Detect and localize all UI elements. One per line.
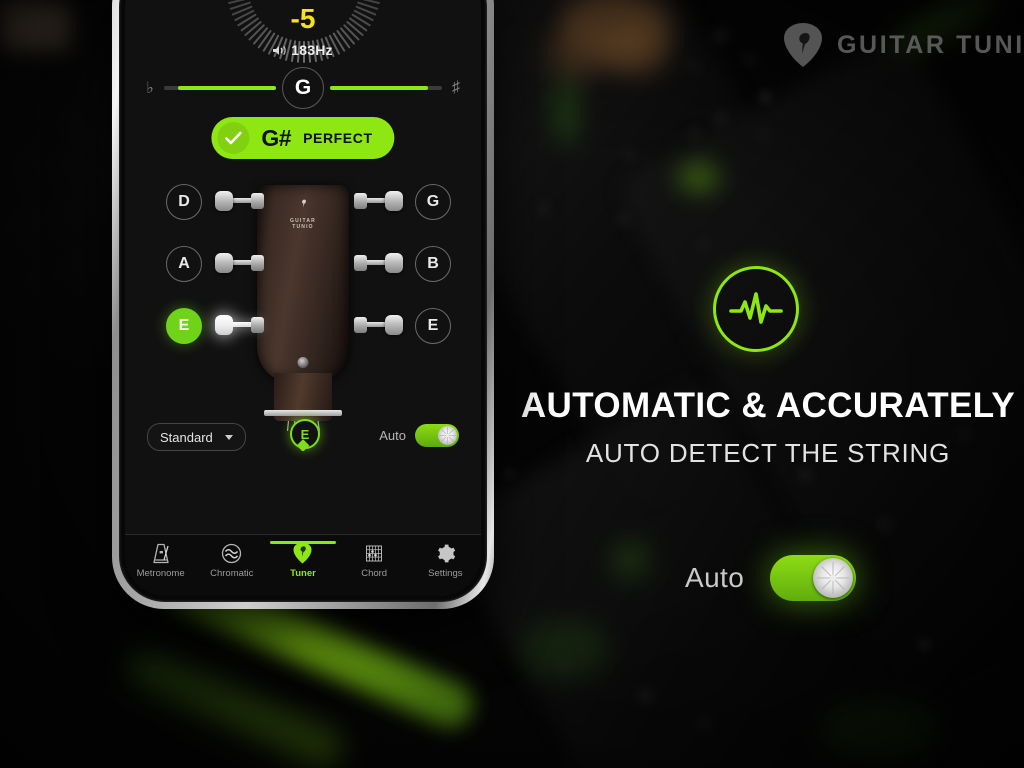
tuning-status-badge: G# PERFECT <box>211 117 395 159</box>
frequency-row: 183Hz <box>125 42 481 58</box>
pitch-slider[interactable]: ♭ G ♯ <box>125 67 481 109</box>
tuning-peg-right-2[interactable] <box>354 253 403 273</box>
brushed-metal-knob-icon <box>817 562 850 594</box>
string-button-d[interactable]: D <box>166 184 202 220</box>
sharp-symbol: ♯ <box>452 79 460 96</box>
tuning-select[interactable]: Standard <box>147 423 246 451</box>
promo-screenshot: GUITAR TUNIO AUTOMATIC & ACCURATELY AUTO… <box>0 0 1024 768</box>
tab-metronome[interactable]: Metronome <box>128 542 194 579</box>
check-icon <box>217 122 250 154</box>
cents-readout: -5 <box>290 3 316 34</box>
phone-bezel: -5 183Hz ♭ G ♯ G# PERFECT GUITAR TUNIO D… <box>119 0 487 602</box>
promo-headline: AUTOMATIC & ACCURATELY <box>520 386 1016 425</box>
guitar-pick-icon <box>784 23 822 67</box>
tab-label: Settings <box>428 568 463 579</box>
promo-auto-toggle[interactable] <box>770 555 857 601</box>
headstock-logo: GUITAR TUNIO <box>280 197 326 230</box>
string-button-g[interactable]: G <box>415 184 451 220</box>
string-button-b[interactable]: B <box>415 246 451 282</box>
tuning-peg-right-3[interactable] <box>354 315 403 335</box>
toggle-knob <box>813 558 854 598</box>
gear-icon <box>435 542 456 564</box>
brushed-metal-knob-icon <box>438 426 457 445</box>
frequency-value: 183Hz <box>291 42 333 58</box>
promo-subheadline: AUTO DETECT THE STRING <box>585 438 951 468</box>
slider-track-flat[interactable] <box>164 86 276 90</box>
tab-chord[interactable]: Chord <box>341 542 407 579</box>
auto-toggle[interactable] <box>415 424 459 447</box>
string-button-e[interactable]: E <box>166 308 202 344</box>
tuner-controls: Standard E Auto <box>125 419 481 459</box>
flat-symbol: ♭ <box>146 80 154 97</box>
active-tab-indicator <box>269 541 336 544</box>
tuning-peg-left-2[interactable] <box>215 253 264 273</box>
phone-mockup: -5 183Hz ♭ G ♯ G# PERFECT GUITAR TUNIO D… <box>112 0 494 609</box>
tab-settings[interactable]: Settings <box>412 542 478 579</box>
status-label: PERFECT <box>303 130 373 146</box>
guitar-pick-icon <box>293 542 312 564</box>
tab-tuner[interactable]: Tuner <box>269 541 336 579</box>
tuning-peg-right-1[interactable] <box>354 191 403 211</box>
app-screen: -5 183Hz ♭ G ♯ G# PERFECT GUITAR TUNIO D… <box>125 0 481 596</box>
chevron-down-icon <box>224 434 233 440</box>
auto-label: Auto <box>379 428 406 443</box>
status-note: G# <box>261 124 292 151</box>
headstock-screw <box>297 357 309 368</box>
promo-auto-toggle-row[interactable]: Auto <box>685 555 857 601</box>
headstock-brand-text: GUITAR TUNIO <box>290 218 316 230</box>
headstock: GUITAR TUNIO <box>257 185 349 421</box>
brand-name: GUITAR TUNIO <box>837 30 1024 59</box>
detected-string-marker: E <box>290 419 320 453</box>
guitar-pick-icon <box>301 199 306 208</box>
slider-track-sharp[interactable] <box>330 86 442 90</box>
guitar-headstock-area: GUITAR TUNIO DAE GBE <box>125 184 481 435</box>
tab-label: Metronome <box>136 568 185 579</box>
sound-wave-icon <box>273 45 287 55</box>
chord-grid-icon <box>364 542 384 564</box>
waveform-pulse-icon <box>713 266 799 352</box>
string-button-e[interactable]: E <box>415 308 451 344</box>
tab-label: Tuner <box>290 568 316 579</box>
chromatic-wave-icon <box>221 542 242 564</box>
guitar-nut <box>264 410 342 416</box>
metronome-icon <box>151 542 171 564</box>
toggle-knob <box>438 426 457 445</box>
tab-label: Chord <box>361 568 388 579</box>
tab-label: Chromatic <box>210 568 254 579</box>
tuning-peg-left-3[interactable] <box>215 315 264 335</box>
auto-toggle-row[interactable]: Auto <box>379 424 459 447</box>
promo-auto-label: Auto <box>685 562 745 593</box>
string-button-a[interactable]: A <box>166 246 202 282</box>
tab-chromatic[interactable]: Chromatic <box>199 542 265 579</box>
brand-lockup: GUITAR TUNIO <box>783 22 1024 68</box>
current-note-circle: G <box>282 67 324 109</box>
tuning-peg-left-1[interactable] <box>215 191 264 211</box>
tuning-select-value: Standard <box>160 429 213 445</box>
bottom-tab-bar: Metronome Chromatic Tuner Chord Settings <box>125 534 481 596</box>
